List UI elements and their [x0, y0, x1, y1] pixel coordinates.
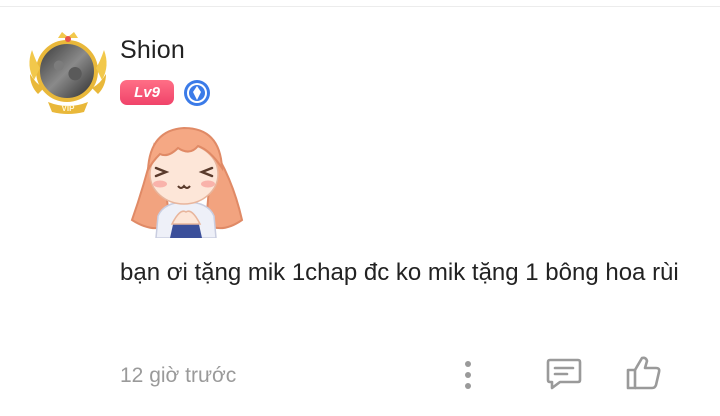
- avatar-frame-icon: VIP: [29, 32, 107, 114]
- more-options-button[interactable]: [454, 358, 482, 392]
- username[interactable]: Shion: [120, 36, 185, 65]
- comment-timestamp: 12 giờ trước: [120, 364, 237, 387]
- more-vertical-icon: [465, 361, 471, 389]
- level-badge: Lv9: [120, 80, 174, 105]
- svg-text:VIP: VIP: [62, 104, 76, 113]
- thumbs-up-icon: [626, 356, 661, 390]
- like-button[interactable]: [624, 354, 664, 392]
- comment-icon: [546, 358, 582, 390]
- verified-badge-icon: [184, 80, 210, 106]
- comment-text: bạn ơi tặng mik 1chap đc ko mik tặng 1 b…: [120, 259, 679, 286]
- avatar[interactable]: VIP: [24, 28, 112, 114]
- top-divider: [0, 6, 720, 7]
- reply-button[interactable]: [544, 356, 584, 392]
- anime-girl-sticker: [130, 126, 244, 238]
